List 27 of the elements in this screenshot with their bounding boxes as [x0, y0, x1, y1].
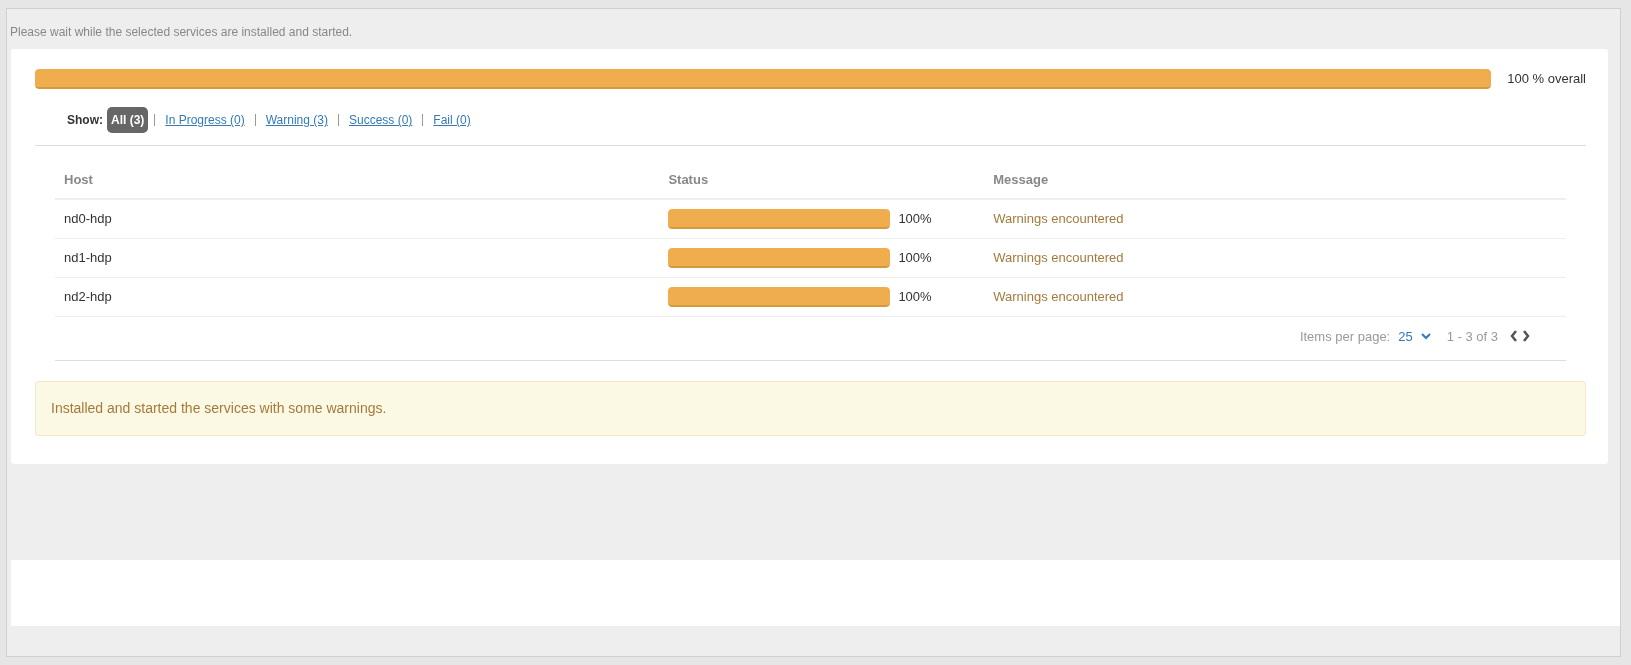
percent-text: 100% [898, 209, 932, 228]
items-per-page-label: Items per page: [1299, 327, 1391, 346]
percent-text: 100% [898, 248, 932, 267]
filter-link[interactable]: In Progress (0) [161, 107, 249, 133]
previous-page-icon[interactable] [1510, 330, 1518, 343]
items-per-page-select[interactable]: 25 [1398, 326, 1431, 346]
host-cell: nd1-hdp [55, 238, 660, 277]
message-cell: Warnings encountered [984, 277, 1566, 316]
host-cell: nd0-hdp [55, 198, 660, 238]
filter-link[interactable]: Success (0) [344, 107, 417, 133]
warning-alert: Installed and started the services with some warnings. [35, 381, 1586, 436]
column-header: Message [984, 162, 1566, 199]
column-header: Status [659, 162, 985, 199]
host-cell: nd2-hdp [55, 277, 660, 316]
filter-link[interactable]: Fail (0) [429, 107, 475, 133]
message-cell: Warnings encountered [984, 238, 1566, 277]
message-cell: Warnings encountered [984, 198, 1566, 238]
filter-link[interactable]: All (3) [107, 107, 149, 133]
next-page-icon[interactable] [1522, 330, 1530, 343]
overall-percent-text: 100 % overall [1507, 70, 1586, 89]
subtitle-text: Please wait while the selected services are installed and started. [9, 24, 354, 41]
column-header: Host [55, 162, 660, 199]
percent-text: 100% [898, 287, 932, 306]
filter-label: Show: [67, 112, 103, 129]
chevron-down-icon [1420, 332, 1431, 340]
page-range-text: 1 - 3 of 3 [1446, 327, 1498, 346]
filter-link[interactable]: Warning (3) [261, 107, 332, 133]
